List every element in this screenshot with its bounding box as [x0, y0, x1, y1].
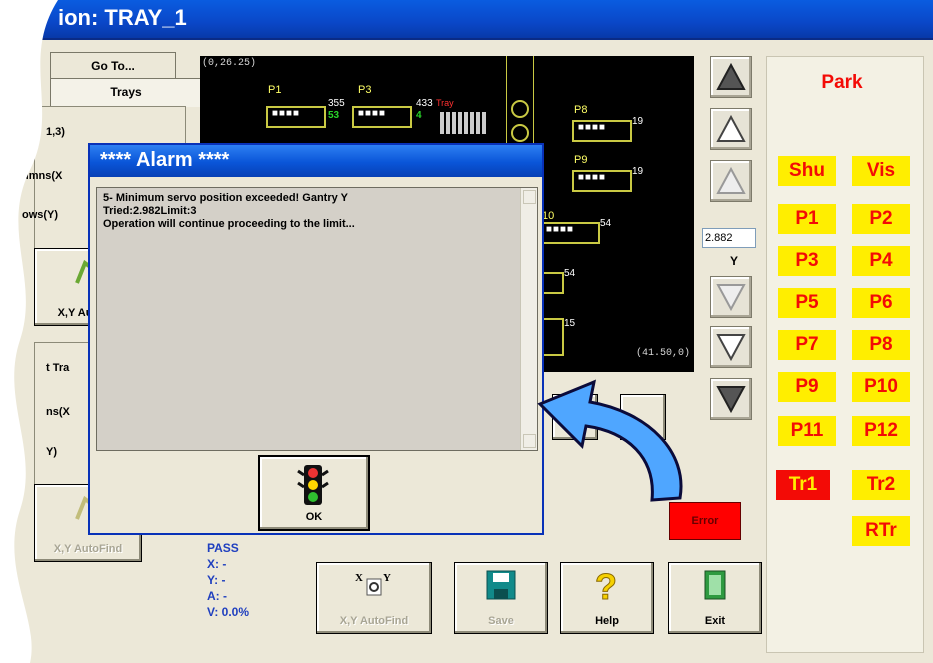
- coord-bottom-right: (41.50,0): [636, 348, 691, 359]
- p3-green: 4: [416, 110, 422, 121]
- pocket-p10-dots: ■■■■: [546, 225, 575, 236]
- pocket-p1-dots: ■■■■: [272, 109, 301, 120]
- p9-count: 19: [632, 166, 644, 177]
- coord-top-left: (0,26.25): [202, 58, 257, 69]
- position-p7-button[interactable]: P7: [778, 330, 836, 360]
- alarm-message-box[interactable]: 5- Minimum servo position exceeded! Gant…: [96, 187, 538, 451]
- position-p1-button[interactable]: P1: [778, 204, 836, 234]
- tray-label-red: Tray: [436, 98, 454, 108]
- position-p9-button[interactable]: P9: [778, 372, 836, 402]
- return-tray-button[interactable]: RTr: [852, 516, 910, 546]
- y-axis-label: Y: [730, 254, 739, 268]
- move-down-step-button[interactable]: [710, 276, 752, 318]
- position-p5-button[interactable]: P5: [778, 288, 836, 318]
- move-down-fast-button[interactable]: [710, 378, 752, 420]
- svg-text:Y: Y: [383, 572, 391, 584]
- p1-green: 53: [328, 110, 340, 121]
- window-title: ion: TRAY_1: [58, 5, 187, 30]
- position-p11-button[interactable]: P11: [778, 416, 836, 446]
- park-button[interactable]: Park: [808, 68, 876, 98]
- position-p8-button[interactable]: P8: [852, 330, 910, 360]
- move-down-button[interactable]: [710, 326, 752, 368]
- svg-text:?: ?: [595, 567, 617, 603]
- alarm-line-3: Operation will continue proceeding to th…: [103, 218, 355, 230]
- pocket-p1-label: P1: [268, 84, 282, 96]
- pocket-p9-label: P9: [574, 154, 588, 166]
- p8-count: 19: [632, 116, 644, 127]
- y-position-field[interactable]: 2.882: [702, 228, 756, 248]
- p12-count: 15: [564, 318, 576, 329]
- curved-arrow-annotation: [537, 379, 683, 502]
- question-mark-icon: ?: [595, 567, 618, 603]
- p1-count: 355: [328, 98, 345, 109]
- position-p4-button[interactable]: P4: [852, 246, 910, 276]
- pocket-p9-dots: ■■■■: [578, 173, 607, 184]
- title-bar: ion: TRAY_1: [0, 0, 933, 40]
- status-v: V: 0.0%: [207, 605, 250, 619]
- alarm-title-bar: **** Alarm ****: [90, 145, 542, 177]
- tab-trays[interactable]: Trays: [50, 78, 202, 107]
- alarm-line-2: Tried:2.982Limit:3: [103, 205, 197, 217]
- alarm-title: **** Alarm ****: [100, 149, 230, 171]
- status-a: A: -: [207, 589, 227, 603]
- tray1-button[interactable]: Tr1: [776, 470, 830, 500]
- exit-label: Exit: [704, 615, 726, 627]
- scroll-up-arrow[interactable]: [523, 190, 536, 204]
- p10-count: 54: [600, 218, 612, 229]
- traffic-light-icon: [297, 465, 329, 505]
- position-p6-button[interactable]: P6: [852, 288, 910, 318]
- svg-text:X: X: [355, 572, 363, 584]
- triangle-down-icon: [716, 334, 746, 362]
- xy-autofind-button[interactable]: X Y X,Y AutoFind: [316, 562, 432, 634]
- save-label: Save: [488, 615, 514, 627]
- alarm-dialog: **** Alarm **** 5- Minimum servo positio…: [88, 143, 544, 535]
- triangle-up-icon: [716, 114, 746, 142]
- move-up-button[interactable]: [710, 108, 752, 150]
- floppy-disk-icon: [486, 570, 516, 600]
- pocket-p8-dots: ■■■■: [578, 123, 607, 134]
- exit-button[interactable]: Exit: [668, 562, 762, 634]
- position-p2-button[interactable]: P2: [852, 204, 910, 234]
- move-up-step-button[interactable]: [710, 160, 752, 202]
- triangle-up-icon: [716, 166, 746, 194]
- vis-button[interactable]: Vis: [852, 156, 910, 186]
- status-pass: PASS: [207, 541, 239, 555]
- exit-door-icon: [704, 570, 726, 600]
- tray-grid: [440, 112, 486, 134]
- magnifier-xy-icon: X Y: [355, 572, 391, 596]
- help-button[interactable]: ? Help: [560, 562, 654, 634]
- move-up-fast-button[interactable]: [710, 56, 752, 98]
- save-button[interactable]: Save: [454, 562, 548, 634]
- position-p12-button[interactable]: P12: [852, 416, 910, 446]
- app-window: ion: TRAY_1 Go To... Trays 1,3) umns(X o…: [0, 0, 933, 663]
- position-p3-button[interactable]: P3: [778, 246, 836, 276]
- alarm-ok-button[interactable]: OK: [258, 455, 370, 531]
- triangle-up-icon: [716, 62, 746, 90]
- position-p10-button[interactable]: P10: [852, 372, 910, 402]
- pocket-p3-label: P3: [358, 84, 372, 96]
- status-readout: PASS X: - Y: - A: - V: 0.0%: [207, 540, 249, 620]
- alarm-ok-label: OK: [305, 511, 323, 523]
- p11-count: 54: [564, 268, 576, 279]
- status-x: X: -: [207, 557, 227, 571]
- torn-edge-decoration: [0, 0, 58, 663]
- p3-count: 433: [416, 98, 433, 109]
- xy-autofind-label: X,Y AutoFind: [339, 615, 409, 627]
- help-label: Help: [595, 615, 619, 627]
- alarm-line-1: 5- Minimum servo position exceeded! Gant…: [103, 192, 348, 204]
- status-y: Y: -: [207, 573, 226, 587]
- triangle-down-icon: [716, 386, 746, 414]
- pocket-p8-label: P8: [574, 104, 588, 116]
- pocket-p3-dots: ■■■■: [358, 109, 387, 120]
- shu-button[interactable]: Shu: [778, 156, 836, 186]
- triangle-down-icon: [716, 284, 746, 312]
- tray2-button[interactable]: Tr2: [852, 470, 910, 500]
